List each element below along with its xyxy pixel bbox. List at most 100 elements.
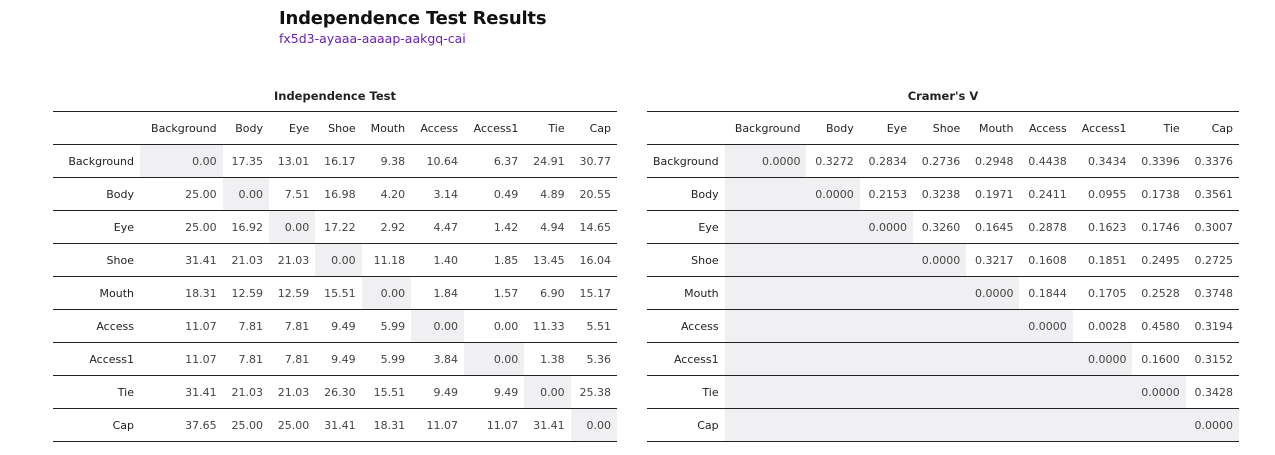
cramers-v-table: Background Body Eye Shoe Mouth Access Access1 T…: [647, 111, 1239, 442]
column-header: Background: [724, 111, 807, 145]
row-header: Cap: [53, 408, 140, 442]
column-header: Access1: [463, 111, 525, 145]
table-cell: 15.51: [315, 276, 362, 310]
table-cell: 5.99: [361, 309, 412, 343]
table-cell: [724, 177, 807, 211]
column-header: Access: [1019, 111, 1073, 145]
table-cell: 20.55: [570, 177, 617, 211]
table-cell: 0.00: [524, 375, 571, 409]
table-cell: [966, 375, 1020, 409]
table-cell: 0.3748: [1185, 276, 1239, 310]
table-cell: [806, 408, 860, 442]
independence-test-table: Background Body Eye Shoe Mouth Access Access1 T…: [53, 111, 617, 442]
table-cell: 7.51: [268, 177, 316, 211]
table-cell: 0.0000: [1019, 309, 1073, 343]
table-cell: [966, 342, 1020, 376]
row-header: Mouth: [647, 276, 725, 310]
table-cell: 4.47: [411, 210, 464, 244]
table-cell: 31.41: [315, 408, 362, 442]
table-cell: [724, 276, 807, 310]
column-header: Body: [222, 111, 269, 145]
table-cell: [1019, 342, 1073, 376]
table-cell: 0.2495: [1132, 243, 1186, 277]
table-cell: [1019, 408, 1073, 442]
table-cell: [912, 408, 967, 442]
table-cell: 0.0000: [859, 210, 913, 244]
table-row: Mouth 18.31 12.59 12.59 15.51 0.00 1.84 1.57 6.9…: [53, 276, 617, 310]
row-header: Background: [647, 144, 725, 178]
table-row: Mouth 0.0000 0.1844 0.1705 0.2528 0.3748: [647, 276, 1239, 310]
table-cell: 0.0000: [1185, 408, 1239, 442]
table-cell: 31.41: [524, 408, 571, 442]
table-cell: 0.3194: [1185, 309, 1239, 343]
table-cell: 4.20: [361, 177, 412, 211]
row-header: Mouth: [53, 276, 140, 310]
table-cell: [859, 309, 913, 343]
table-row: Background 0.0000 0.3272 0.2834 0.2736 0.2948…: [647, 144, 1239, 178]
table-cell: 17.22: [315, 210, 362, 244]
row-header: Body: [53, 177, 140, 211]
table-cell: 7.81: [268, 309, 316, 343]
table-cell: 21.03: [222, 375, 269, 409]
table-cell: 0.1971: [966, 177, 1020, 211]
table-row: Shoe 0.0000 0.3217 0.1608 0.1851 0.2495 0.2725: [647, 243, 1239, 277]
table-cell: [724, 210, 807, 244]
table-cell: 1.38: [524, 342, 571, 376]
table-cell: 0.4438: [1019, 144, 1073, 178]
table-cell: 12.59: [222, 276, 269, 310]
table-row: Cap 0.0000: [647, 408, 1239, 442]
table-cell: 15.17: [570, 276, 617, 310]
table-cell: 24.91: [524, 144, 571, 178]
table-cell: 0.0028: [1072, 309, 1133, 343]
table-cell: 0.00: [222, 177, 269, 211]
column-header: Mouth: [966, 111, 1020, 145]
table-cell: [912, 276, 967, 310]
table-header-row: Background Body Eye Shoe Mouth Access Access1 T…: [53, 111, 617, 145]
table-cell: 6.90: [524, 276, 571, 310]
table-cell: 0.3396: [1132, 144, 1186, 178]
table-cell: 0.0000: [1132, 375, 1186, 409]
column-header: Access1: [1072, 111, 1133, 145]
table-cell: 0.1600: [1132, 342, 1186, 376]
table-cell: 0.00: [140, 144, 223, 178]
table-cell: 3.14: [411, 177, 464, 211]
table-cell: 9.49: [315, 309, 362, 343]
table-cell: [806, 309, 860, 343]
table-row: Eye 0.0000 0.3260 0.1645 0.2878 0.1623 0.1746 0…: [647, 210, 1239, 244]
table-cell: 21.03: [268, 243, 316, 277]
row-header: Eye: [647, 210, 725, 244]
column-header: Shoe: [912, 111, 967, 145]
table-cell: 11.07: [140, 309, 223, 343]
table-cell: 0.3007: [1185, 210, 1239, 244]
column-header: Access: [411, 111, 464, 145]
table-cell: 0.2834: [859, 144, 913, 178]
table-cell: 0.00: [268, 210, 316, 244]
table-cell: 0.2725: [1185, 243, 1239, 277]
table-cell: 9.49: [463, 375, 525, 409]
table-cell: 0.2153: [859, 177, 913, 211]
table-cell: [724, 243, 807, 277]
column-header: Shoe: [315, 111, 362, 145]
table-row: Eye 25.00 16.92 0.00 17.22 2.92 4.47 1.42 4.94 14…: [53, 210, 617, 244]
table-cell: 9.49: [315, 342, 362, 376]
table-cell: [724, 375, 807, 409]
row-header: Access1: [53, 342, 140, 376]
table-row: Shoe 31.41 21.03 21.03 0.00 11.18 1.40 1.85 13.4…: [53, 243, 617, 277]
table-cell: 0.1645: [966, 210, 1020, 244]
table-cell: 9.38: [361, 144, 412, 178]
table-cell: 0.2948: [966, 144, 1020, 178]
table-cell: 16.04: [570, 243, 617, 277]
table-cell: 26.30: [315, 375, 362, 409]
table-row: Access 0.0000 0.0028 0.4580 0.3194: [647, 309, 1239, 343]
table-row: Tie 0.0000 0.3428: [647, 375, 1239, 409]
row-header: Shoe: [53, 243, 140, 277]
column-header: Cap: [1185, 111, 1239, 145]
table-cell: 30.77: [570, 144, 617, 178]
row-header: Cap: [647, 408, 725, 442]
row-header: Access: [647, 309, 725, 343]
table-cell: [912, 375, 967, 409]
table-cell: 2.92: [361, 210, 412, 244]
table-cell: 5.51: [570, 309, 617, 343]
table-cell: 0.3561: [1185, 177, 1239, 211]
table-cell: 0.00: [463, 309, 525, 343]
